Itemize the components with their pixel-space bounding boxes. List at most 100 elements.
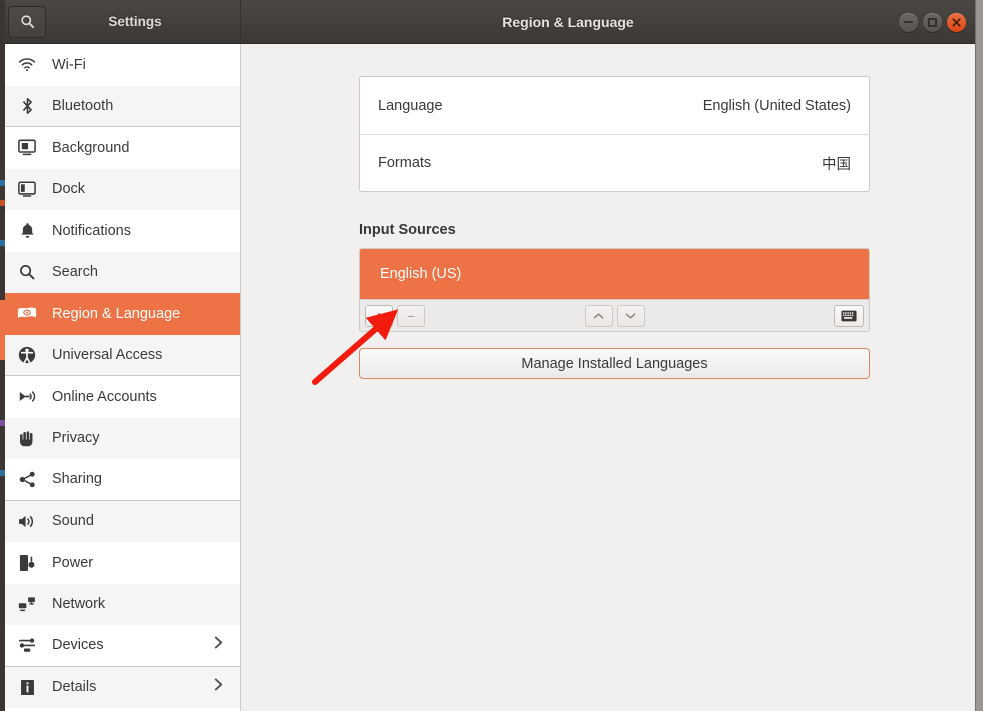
sidebar-item-power[interactable]: Power	[0, 542, 240, 584]
remove-input-source-button[interactable]: −	[397, 305, 425, 327]
sidebar-item-universal-access[interactable]: Universal Access	[0, 335, 240, 377]
share-icon	[14, 469, 40, 489]
input-sources-heading: Input Sources	[359, 222, 870, 238]
input-source-item[interactable]: English (US)	[360, 249, 869, 299]
sidebar-item-label: Dock	[52, 181, 85, 197]
settings-window: Settings Region & Language	[0, 0, 975, 711]
window-body: Wi-Fi Bluetooth Background Dock Notification…	[0, 44, 975, 711]
minimize-button[interactable]	[899, 13, 918, 32]
language-label: Language	[378, 98, 443, 114]
sidebar-item-label: Sound	[52, 513, 94, 529]
dock-icon	[14, 179, 40, 199]
sidebar-item-wi-fi[interactable]: Wi-Fi	[0, 44, 240, 86]
launcher-pip	[0, 470, 5, 476]
formats-value: 中国	[822, 153, 851, 174]
unity-launcher-sliver[interactable]	[0, 0, 5, 711]
show-keyboard-layout-button[interactable]	[834, 305, 864, 327]
sidebar-item-region-language[interactable]: Region & Language	[0, 293, 240, 335]
formats-row[interactable]: Formats 中国	[360, 134, 869, 191]
launcher-pip	[0, 420, 5, 426]
page-title: Region & Language	[241, 14, 975, 30]
sidebar-item-label: Wi-Fi	[52, 57, 86, 73]
sidebar-item-label: Network	[52, 596, 105, 612]
add-input-source-button[interactable]: +	[365, 305, 393, 327]
launcher-pip	[0, 300, 5, 360]
sidebar-item-label: Details	[52, 679, 96, 695]
sidebar-item-label: Sharing	[52, 471, 102, 487]
search-icon	[14, 262, 40, 282]
power-battery-icon	[14, 553, 40, 573]
sidebar-item-label: Privacy	[52, 430, 100, 446]
settings-content: Language English (United States) Formats…	[241, 44, 975, 711]
speaker-icon	[14, 511, 40, 531]
keyboard-preview-group	[834, 305, 864, 327]
sidebar-item-online-accounts[interactable]: Online Accounts	[0, 376, 240, 418]
sidebar-item-privacy[interactable]: Privacy	[0, 418, 240, 460]
network-icon	[14, 594, 40, 614]
search-button[interactable]	[8, 6, 46, 38]
bluetooth-icon	[14, 96, 40, 116]
settings-sidebar: Wi-Fi Bluetooth Background Dock Notification…	[0, 44, 241, 711]
sidebar-item-devices[interactable]: Devices	[0, 625, 240, 667]
move-down-button[interactable]	[617, 305, 645, 327]
launcher-pip	[0, 180, 5, 186]
region-language-panel: Language English (United States) Formats…	[359, 76, 870, 379]
search-icon	[20, 14, 35, 29]
chevron-right-icon	[213, 635, 224, 655]
window-titlebar: Settings Region & Language	[0, 0, 975, 44]
sidebar-item-label: Notifications	[52, 223, 131, 239]
minimize-icon	[904, 21, 913, 23]
language-formats-card: Language English (United States) Formats…	[359, 76, 870, 192]
chevron-down-icon	[625, 312, 636, 320]
close-icon	[952, 18, 961, 27]
language-value: English (United States)	[703, 98, 851, 114]
sidebar-item-label: Bluetooth	[52, 98, 113, 114]
chevron-right-icon	[213, 677, 224, 697]
chevron-up-icon	[593, 312, 604, 320]
manage-installed-languages-label: Manage Installed Languages	[521, 356, 707, 372]
launcher-pip	[0, 200, 5, 206]
sidebar-item-label: Background	[52, 140, 129, 156]
sidebar-item-dock[interactable]: Dock	[0, 169, 240, 211]
online-accounts-icon	[14, 387, 40, 407]
sidebar-item-search[interactable]: Search	[0, 252, 240, 294]
titlebar-sidebar-section: Settings	[0, 0, 241, 44]
devices-icon	[14, 635, 40, 655]
sidebar-item-sound[interactable]: Sound	[0, 501, 240, 543]
sidebar-item-label: Search	[52, 264, 98, 280]
plus-icon: +	[375, 309, 383, 323]
sidebar-item-label: Power	[52, 555, 93, 571]
maximize-button[interactable]	[923, 13, 942, 32]
close-button[interactable]	[947, 13, 966, 32]
info-icon	[14, 677, 40, 697]
sidebar-item-network[interactable]: Network	[0, 584, 240, 626]
formats-label: Formats	[378, 155, 431, 171]
input-sources-box: English (US) + −	[359, 248, 870, 332]
sidebar-item-label: Region & Language	[52, 306, 180, 322]
background-icon	[14, 138, 40, 158]
bell-icon	[14, 221, 40, 241]
sidebar-item-label: Devices	[52, 637, 104, 653]
language-row[interactable]: Language English (United States)	[360, 77, 869, 134]
region-language-icon	[14, 304, 40, 324]
sidebar-item-background[interactable]: Background	[0, 127, 240, 169]
sidebar-item-notifications[interactable]: Notifications	[0, 210, 240, 252]
move-up-button[interactable]	[585, 305, 613, 327]
reorder-button-group	[585, 305, 645, 327]
manage-installed-languages-button[interactable]: Manage Installed Languages	[359, 348, 870, 379]
input-source-label: English (US)	[380, 266, 461, 282]
hand-icon	[14, 428, 40, 448]
accessibility-icon	[14, 345, 40, 365]
sidebar-item-sharing[interactable]: Sharing	[0, 459, 240, 501]
keyboard-icon	[841, 310, 857, 322]
wifi-icon	[14, 55, 40, 75]
maximize-icon	[928, 18, 937, 27]
desktop: Settings Region & Language	[0, 0, 983, 711]
launcher-pip	[0, 240, 5, 246]
window-controls	[899, 0, 966, 44]
sidebar-item-bluetooth[interactable]: Bluetooth	[0, 86, 240, 128]
sidebar-item-label: Online Accounts	[52, 389, 157, 405]
input-sources-toolbar: + −	[360, 299, 869, 331]
minus-icon: −	[407, 309, 415, 323]
sidebar-item-details[interactable]: Details	[0, 667, 240, 709]
